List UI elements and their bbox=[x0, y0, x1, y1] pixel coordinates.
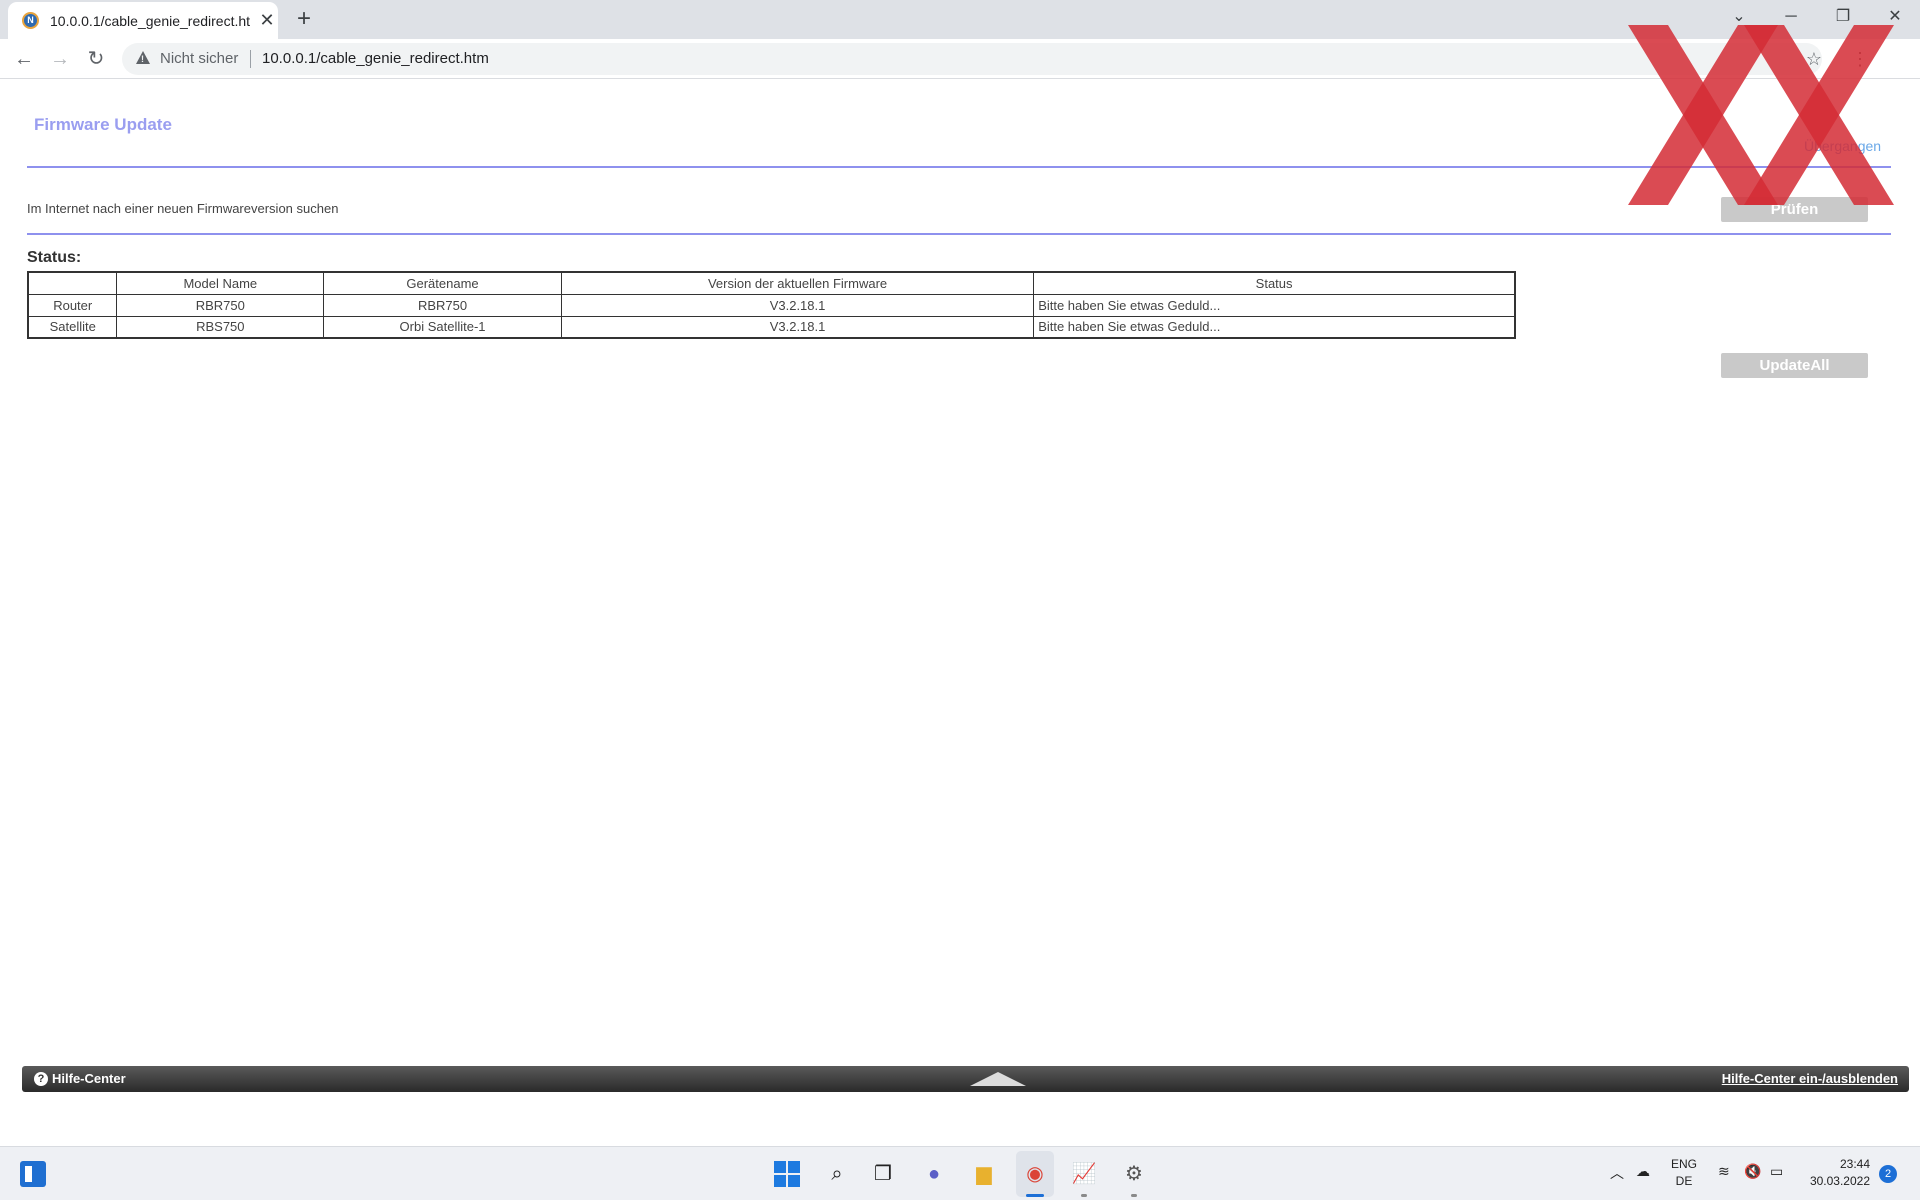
notification-badge[interactable]: 2 bbox=[1879, 1165, 1897, 1183]
language-indicator-bottom[interactable]: DE bbox=[1664, 1174, 1704, 1188]
omnibox-divider bbox=[250, 50, 251, 68]
minimize-icon[interactable]: ─ bbox=[1768, 4, 1814, 30]
column-header: Status bbox=[1033, 271, 1516, 295]
page-title: Firmware Update bbox=[34, 115, 172, 134]
restore-icon[interactable]: ❐ bbox=[1820, 4, 1866, 30]
warning-triangle-icon: ! bbox=[136, 51, 150, 64]
bookmark-star-icon[interactable]: ☆ bbox=[1802, 47, 1826, 71]
divider-middle bbox=[27, 233, 1891, 235]
status-heading: Status: bbox=[27, 249, 82, 266]
start-windows-icon[interactable] bbox=[772, 1159, 802, 1189]
forward-arrow-icon[interactable]: → bbox=[46, 45, 74, 73]
security-label[interactable]: Nicht sicher bbox=[160, 50, 238, 67]
wifi-icon[interactable]: ≋ bbox=[1718, 1163, 1730, 1180]
chrome-icon[interactable]: ◉ bbox=[1020, 1159, 1050, 1189]
teams-chat-icon[interactable]: ● bbox=[919, 1159, 949, 1189]
device-name-cell: RBR750 bbox=[323, 293, 562, 317]
address-bar[interactable]: ! Nicht sicher 10.0.0.1/cable_genie_redi… bbox=[122, 43, 1822, 75]
table-header-row: Model Name Gerätename Version der aktuel… bbox=[27, 271, 1516, 295]
file-explorer-folder-icon[interactable]: ▆ bbox=[969, 1159, 999, 1189]
reload-icon[interactable]: ↻ bbox=[82, 45, 110, 73]
new-tab-plus-icon[interactable]: + bbox=[290, 5, 318, 33]
help-question-icon[interactable]: ? bbox=[34, 1072, 48, 1086]
column-header: Gerätename bbox=[323, 271, 562, 295]
browser-toolbar: ← → ↻ ! Nicht sicher 10.0.0.1/cable_geni… bbox=[0, 39, 1920, 79]
help-center-bar: ? Hilfe-Center Hilfe-Center ein-/ausblen… bbox=[22, 1066, 1909, 1092]
firmware-version-cell: V3.2.18.1 bbox=[560, 315, 1035, 339]
windows-taskbar: ⌕ ❐ ● ▆ ◉ 📈 ⚙ ︿ ☁ ENG DE ≋ 🔇 ▭ 23:44 30.… bbox=[0, 1146, 1920, 1200]
device-type-cell: Router bbox=[27, 293, 118, 317]
table-row: Satellite RBS750 Orbi Satellite-1 V3.2.1… bbox=[27, 315, 1516, 339]
tray-chevron-up-icon[interactable]: ︿ bbox=[1610, 1163, 1624, 1183]
router-page: Firmware Update Übergangen Im Internet n… bbox=[0, 80, 1920, 1145]
chrome-active-indicator bbox=[1026, 1194, 1044, 1197]
clock-time[interactable]: 23:44 bbox=[1800, 1157, 1870, 1171]
device-type-cell: Satellite bbox=[27, 315, 118, 339]
running-indicator bbox=[1081, 1194, 1087, 1197]
performance-monitor-icon[interactable]: 📈 bbox=[1069, 1159, 1099, 1189]
update-all-button[interactable]: UpdateAll bbox=[1721, 353, 1868, 378]
firmware-status-table: Model Name Gerätename Version der aktuel… bbox=[27, 271, 1516, 339]
column-header: Model Name bbox=[116, 271, 325, 295]
model-name-cell: RBR750 bbox=[116, 293, 325, 317]
tab-title: 10.0.0.1/cable_genie_redirect.htm bbox=[50, 13, 250, 29]
tab-close-icon[interactable]: ✕ bbox=[256, 9, 278, 31]
cancel-link[interactable]: Übergangen bbox=[1804, 138, 1881, 154]
settings-gear-icon[interactable]: ⚙ bbox=[1119, 1159, 1149, 1189]
netgear-favicon-icon: N bbox=[22, 12, 39, 29]
check-button[interactable]: Prüfen bbox=[1721, 197, 1868, 222]
help-center-label[interactable]: Hilfe-Center bbox=[52, 1071, 126, 1086]
task-view-icon[interactable]: ❐ bbox=[868, 1159, 898, 1189]
tab-search-chevron-icon[interactable]: ⌄ bbox=[1716, 4, 1762, 30]
help-center-toggle-link[interactable]: Hilfe-Center ein-/ausblenden bbox=[1722, 1071, 1898, 1086]
status-cell: Bitte haben Sie etwas Geduld... bbox=[1033, 293, 1516, 317]
browser-tab[interactable]: N 10.0.0.1/cable_genie_redirect.htm ✕ bbox=[8, 2, 278, 39]
running-indicator bbox=[1131, 1194, 1137, 1197]
status-cell: Bitte haben Sie etwas Geduld... bbox=[1033, 315, 1516, 339]
column-header bbox=[27, 271, 118, 295]
divider-top bbox=[27, 166, 1891, 168]
url-text[interactable]: 10.0.0.1/cable_genie_redirect.htm bbox=[262, 50, 489, 67]
search-icon[interactable]: ⌕ bbox=[822, 1159, 852, 1189]
window-close-icon[interactable]: ✕ bbox=[1872, 4, 1918, 30]
battery-icon[interactable]: ▭ bbox=[1770, 1163, 1783, 1180]
clock-date[interactable]: 30.03.2022 bbox=[1796, 1174, 1870, 1188]
browser-tabstrip: N 10.0.0.1/cable_genie_redirect.htm ✕ + … bbox=[0, 0, 1920, 39]
language-indicator-top[interactable]: ENG bbox=[1664, 1157, 1704, 1171]
widgets-icon[interactable] bbox=[20, 1161, 46, 1187]
firmware-version-cell: V3.2.18.1 bbox=[560, 293, 1035, 317]
kebab-menu-icon[interactable]: ⋮ bbox=[1848, 47, 1872, 71]
speaker-muted-icon[interactable]: 🔇 bbox=[1744, 1163, 1761, 1180]
firmware-search-label: Im Internet nach einer neuen Firmwarever… bbox=[27, 201, 339, 216]
table-row: Router RBR750 RBR750 V3.2.18.1 Bitte hab… bbox=[27, 293, 1516, 317]
onedrive-cloud-icon[interactable]: ☁ bbox=[1636, 1163, 1650, 1180]
expand-arrow-icon[interactable] bbox=[970, 1072, 1026, 1086]
device-name-cell: Orbi Satellite-1 bbox=[323, 315, 562, 339]
column-header: Version der aktuellen Firmware bbox=[560, 271, 1035, 295]
model-name-cell: RBS750 bbox=[116, 315, 325, 339]
back-arrow-icon[interactable]: ← bbox=[10, 45, 38, 73]
